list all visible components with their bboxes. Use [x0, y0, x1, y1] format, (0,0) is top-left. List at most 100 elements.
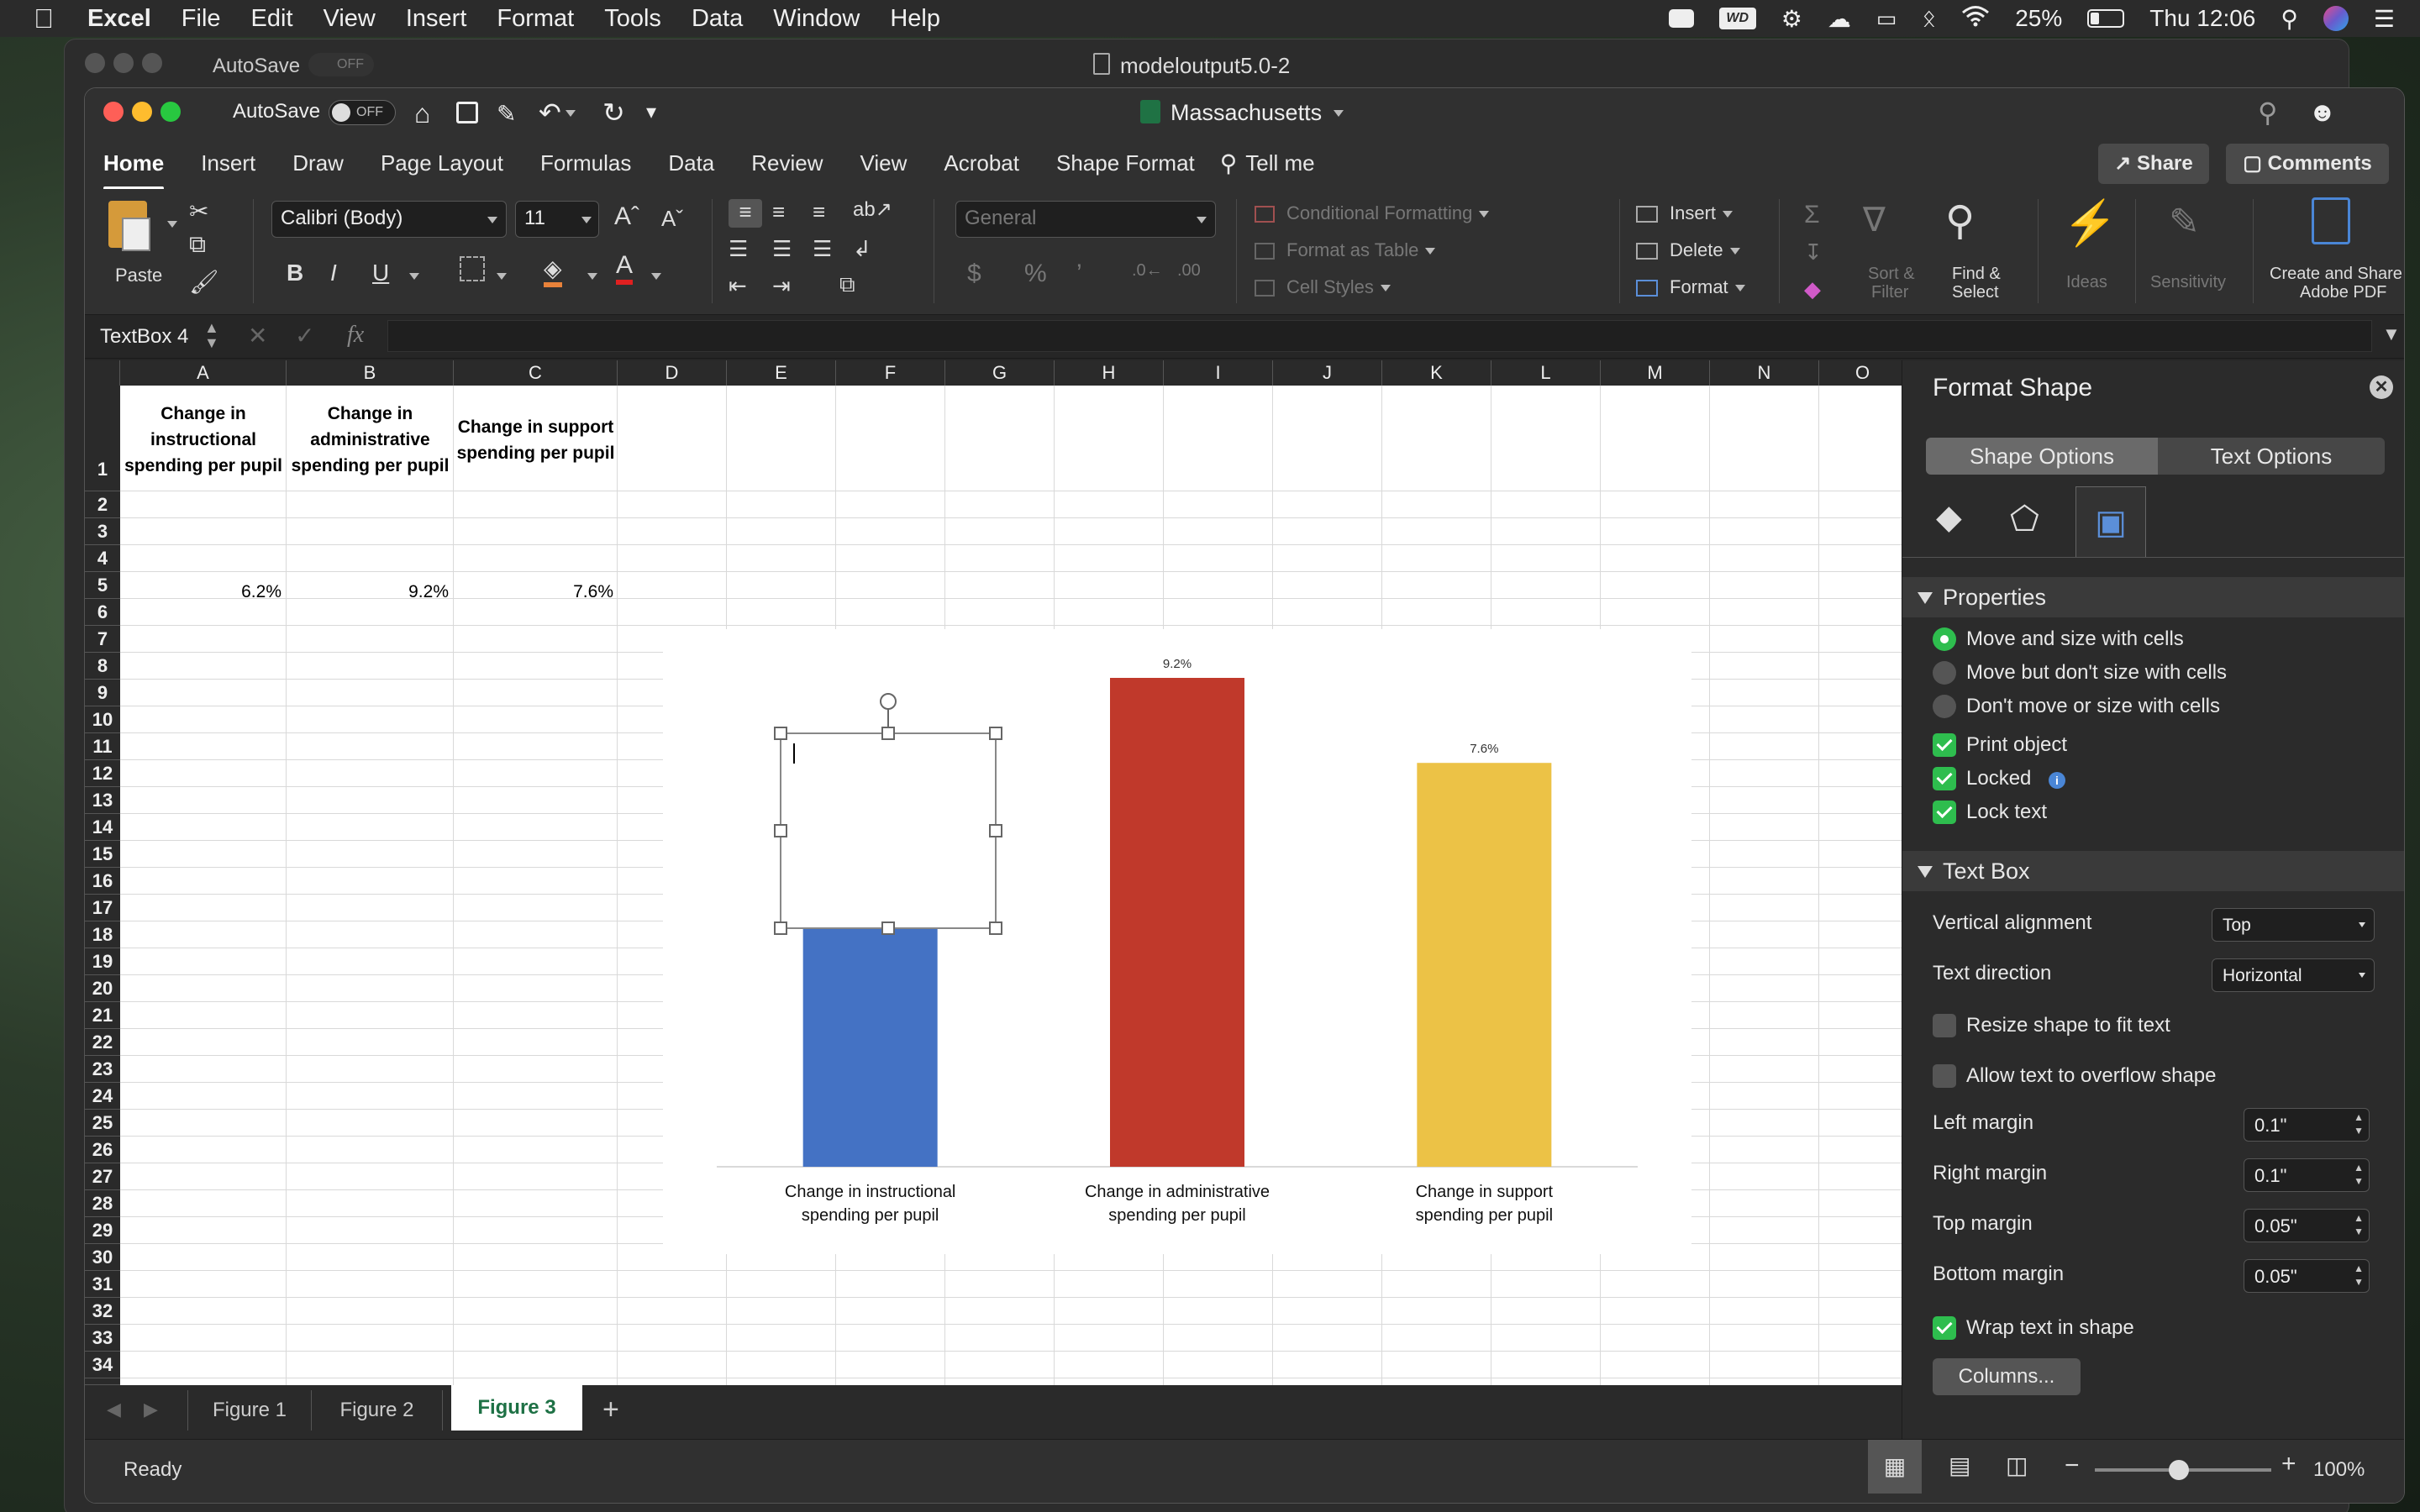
row-header-29[interactable]: 29	[85, 1217, 120, 1244]
column-header-e[interactable]: E	[727, 360, 836, 386]
resize-handle[interactable]	[989, 727, 1002, 740]
row-header-5[interactable]: 5	[85, 572, 120, 599]
borders-dropdown-icon[interactable]	[497, 273, 507, 280]
decrease-indent-icon[interactable]: ⇤	[729, 273, 747, 299]
checkbox-lock-text[interactable]	[1933, 801, 1956, 824]
normal-view-icon[interactable]: ▦	[1868, 1440, 1922, 1494]
increase-decimal-icon[interactable]: .0←	[1132, 261, 1163, 281]
row-header-10[interactable]: 10	[85, 706, 120, 733]
orientation-icon[interactable]: ab↗	[853, 197, 892, 222]
italic-button[interactable]: I	[330, 260, 337, 286]
bar-2[interactable]	[1110, 678, 1244, 1167]
column-header-f[interactable]: F	[836, 360, 945, 386]
window-minimize-button[interactable]	[132, 102, 152, 122]
columns-button[interactable]: Columns...	[1933, 1358, 2081, 1395]
tab-insert[interactable]: Insert	[182, 150, 274, 176]
apple-icon[interactable]: 	[34, 3, 54, 34]
ideas-icon[interactable]: ⚡	[2063, 197, 2118, 249]
tab-formulas[interactable]: Formulas	[522, 150, 650, 176]
paste-label[interactable]: Paste	[115, 265, 162, 286]
row-header-14[interactable]: 14	[85, 814, 120, 841]
menu-edit[interactable]: Edit	[251, 5, 293, 33]
prev-sheet-icon[interactable]: ◀	[107, 1399, 121, 1420]
menu-tools[interactable]: Tools	[604, 5, 661, 33]
back-autosave-toggle[interactable]: OFF	[308, 53, 374, 76]
name-box-stepper-icon[interactable]: ▲ ▼	[204, 320, 219, 350]
fill-line-icon[interactable]: ◆	[1936, 498, 1962, 537]
bar-3[interactable]	[1417, 763, 1552, 1167]
column-header-n[interactable]: N	[1710, 360, 1819, 386]
save-icon[interactable]	[456, 102, 478, 123]
font-color-dropdown-icon[interactable]	[651, 273, 661, 280]
font-color-icon[interactable]: A	[616, 251, 634, 285]
checkbox-locked[interactable]	[1933, 767, 1956, 790]
bar-chart[interactable]: Change in instructional spending per pupi…	[663, 629, 1691, 1254]
number-format-select[interactable]: General	[955, 201, 1216, 238]
radio-move-only[interactable]	[1933, 661, 1956, 685]
size-properties-icon[interactable]: ▣	[2075, 486, 2146, 557]
row-header-25[interactable]: 25	[85, 1110, 120, 1137]
row-header-24[interactable]: 24	[85, 1083, 120, 1110]
tab-page-layout[interactable]: Page Layout	[362, 150, 522, 176]
delete-cells-button[interactable]: Delete	[1636, 239, 1740, 261]
cell-c2[interactable]: 7.6%	[454, 582, 613, 602]
column-header-i[interactable]: I	[1164, 360, 1273, 386]
add-sheet-icon[interactable]: +	[602, 1394, 619, 1426]
cloud-sync-icon[interactable]: ☁	[1828, 5, 1851, 33]
page-break-view-icon[interactable]: ◫	[2006, 1452, 2028, 1479]
row-header-26[interactable]: 26	[85, 1137, 120, 1163]
tab-shape-format[interactable]: Shape Format	[1038, 150, 1213, 176]
back-close-button[interactable]	[85, 53, 105, 73]
window-close-button[interactable]	[103, 102, 124, 122]
ideas-label[interactable]: Ideas	[2066, 273, 2107, 292]
tab-home[interactable]: Home	[85, 150, 182, 190]
row-header-17[interactable]: 17	[85, 895, 120, 921]
column-header-a[interactable]: A	[120, 360, 287, 386]
stepper-icon[interactable]: ▲ ▼	[2354, 1211, 2364, 1238]
formula-expand-icon[interactable]: ▼	[2382, 323, 2401, 345]
home-icon[interactable]: ⌂	[414, 98, 430, 129]
bluetooth-icon[interactable]: ᛟ	[1922, 5, 1936, 32]
row-header-8[interactable]: 8	[85, 653, 120, 680]
row-header-23[interactable]: 23	[85, 1056, 120, 1083]
cancel-formula-icon[interactable]: ✕	[248, 322, 267, 349]
autosum-icon[interactable]: Σ	[1804, 201, 1820, 229]
create-pdf-label-1[interactable]: Create and Share	[2270, 265, 2402, 284]
row-header-32[interactable]: 32	[85, 1298, 120, 1325]
resize-handle[interactable]	[989, 921, 1002, 935]
wifi-icon[interactable]	[1961, 5, 1990, 33]
siri-icon[interactable]	[2323, 6, 2349, 31]
align-center-icon[interactable]: ☰	[772, 236, 792, 262]
checkbox-wrap-text[interactable]	[1933, 1316, 1956, 1340]
row-header-21[interactable]: 21	[85, 1002, 120, 1029]
share-button[interactable]: ↗ Share	[2098, 144, 2209, 184]
spreadsheet-grid[interactable]: ABCDEFGHIJKLMNO 1 2 3 4 5 6 7 8 9 10 11 12 13 14 15 16 1…	[85, 360, 1902, 1385]
column-header-k[interactable]: K	[1382, 360, 1491, 386]
zoom-in-icon[interactable]: +	[2281, 1450, 2296, 1478]
bold-button[interactable]: B	[287, 260, 303, 286]
back-minimize-button[interactable]	[113, 53, 134, 73]
copy-icon[interactable]: ⧉	[189, 231, 206, 259]
create-pdf-icon[interactable]	[2312, 197, 2350, 244]
stepper-icon[interactable]: ▲ ▼	[2354, 1110, 2364, 1137]
edit-document-icon[interactable]: ✎	[497, 100, 516, 128]
cell-b2[interactable]: 9.2%	[287, 582, 449, 602]
panel-close-icon[interactable]: ✕	[2370, 375, 2393, 399]
align-middle-icon[interactable]: ≡	[772, 199, 785, 225]
left-margin-input[interactable]: 0.1" ▲ ▼	[2244, 1108, 2370, 1142]
column-header-d[interactable]: D	[618, 360, 727, 386]
column-header-m[interactable]: M	[1601, 360, 1710, 386]
zoom-level[interactable]: 100%	[2313, 1458, 2365, 1482]
undo-icon[interactable]: ↶	[539, 97, 561, 129]
font-name-select[interactable]: Calibri (Body)	[271, 201, 507, 238]
merge-cells-icon[interactable]: ⧉	[839, 271, 855, 298]
page-layout-view-icon[interactable]: ▤	[1949, 1452, 1970, 1479]
row-header-19[interactable]: 19	[85, 948, 120, 975]
row-header-1[interactable]: 1	[85, 386, 120, 491]
text-box-section-header[interactable]: Text Box	[1902, 851, 2404, 891]
sheet-tab-figure-1[interactable]: Figure 1	[187, 1390, 312, 1431]
battery-icon[interactable]	[2087, 9, 2125, 28]
row-header-30[interactable]: 30	[85, 1244, 120, 1271]
textbox-frame[interactable]	[780, 732, 997, 929]
find-select-label-2[interactable]: Select	[1952, 283, 1999, 302]
